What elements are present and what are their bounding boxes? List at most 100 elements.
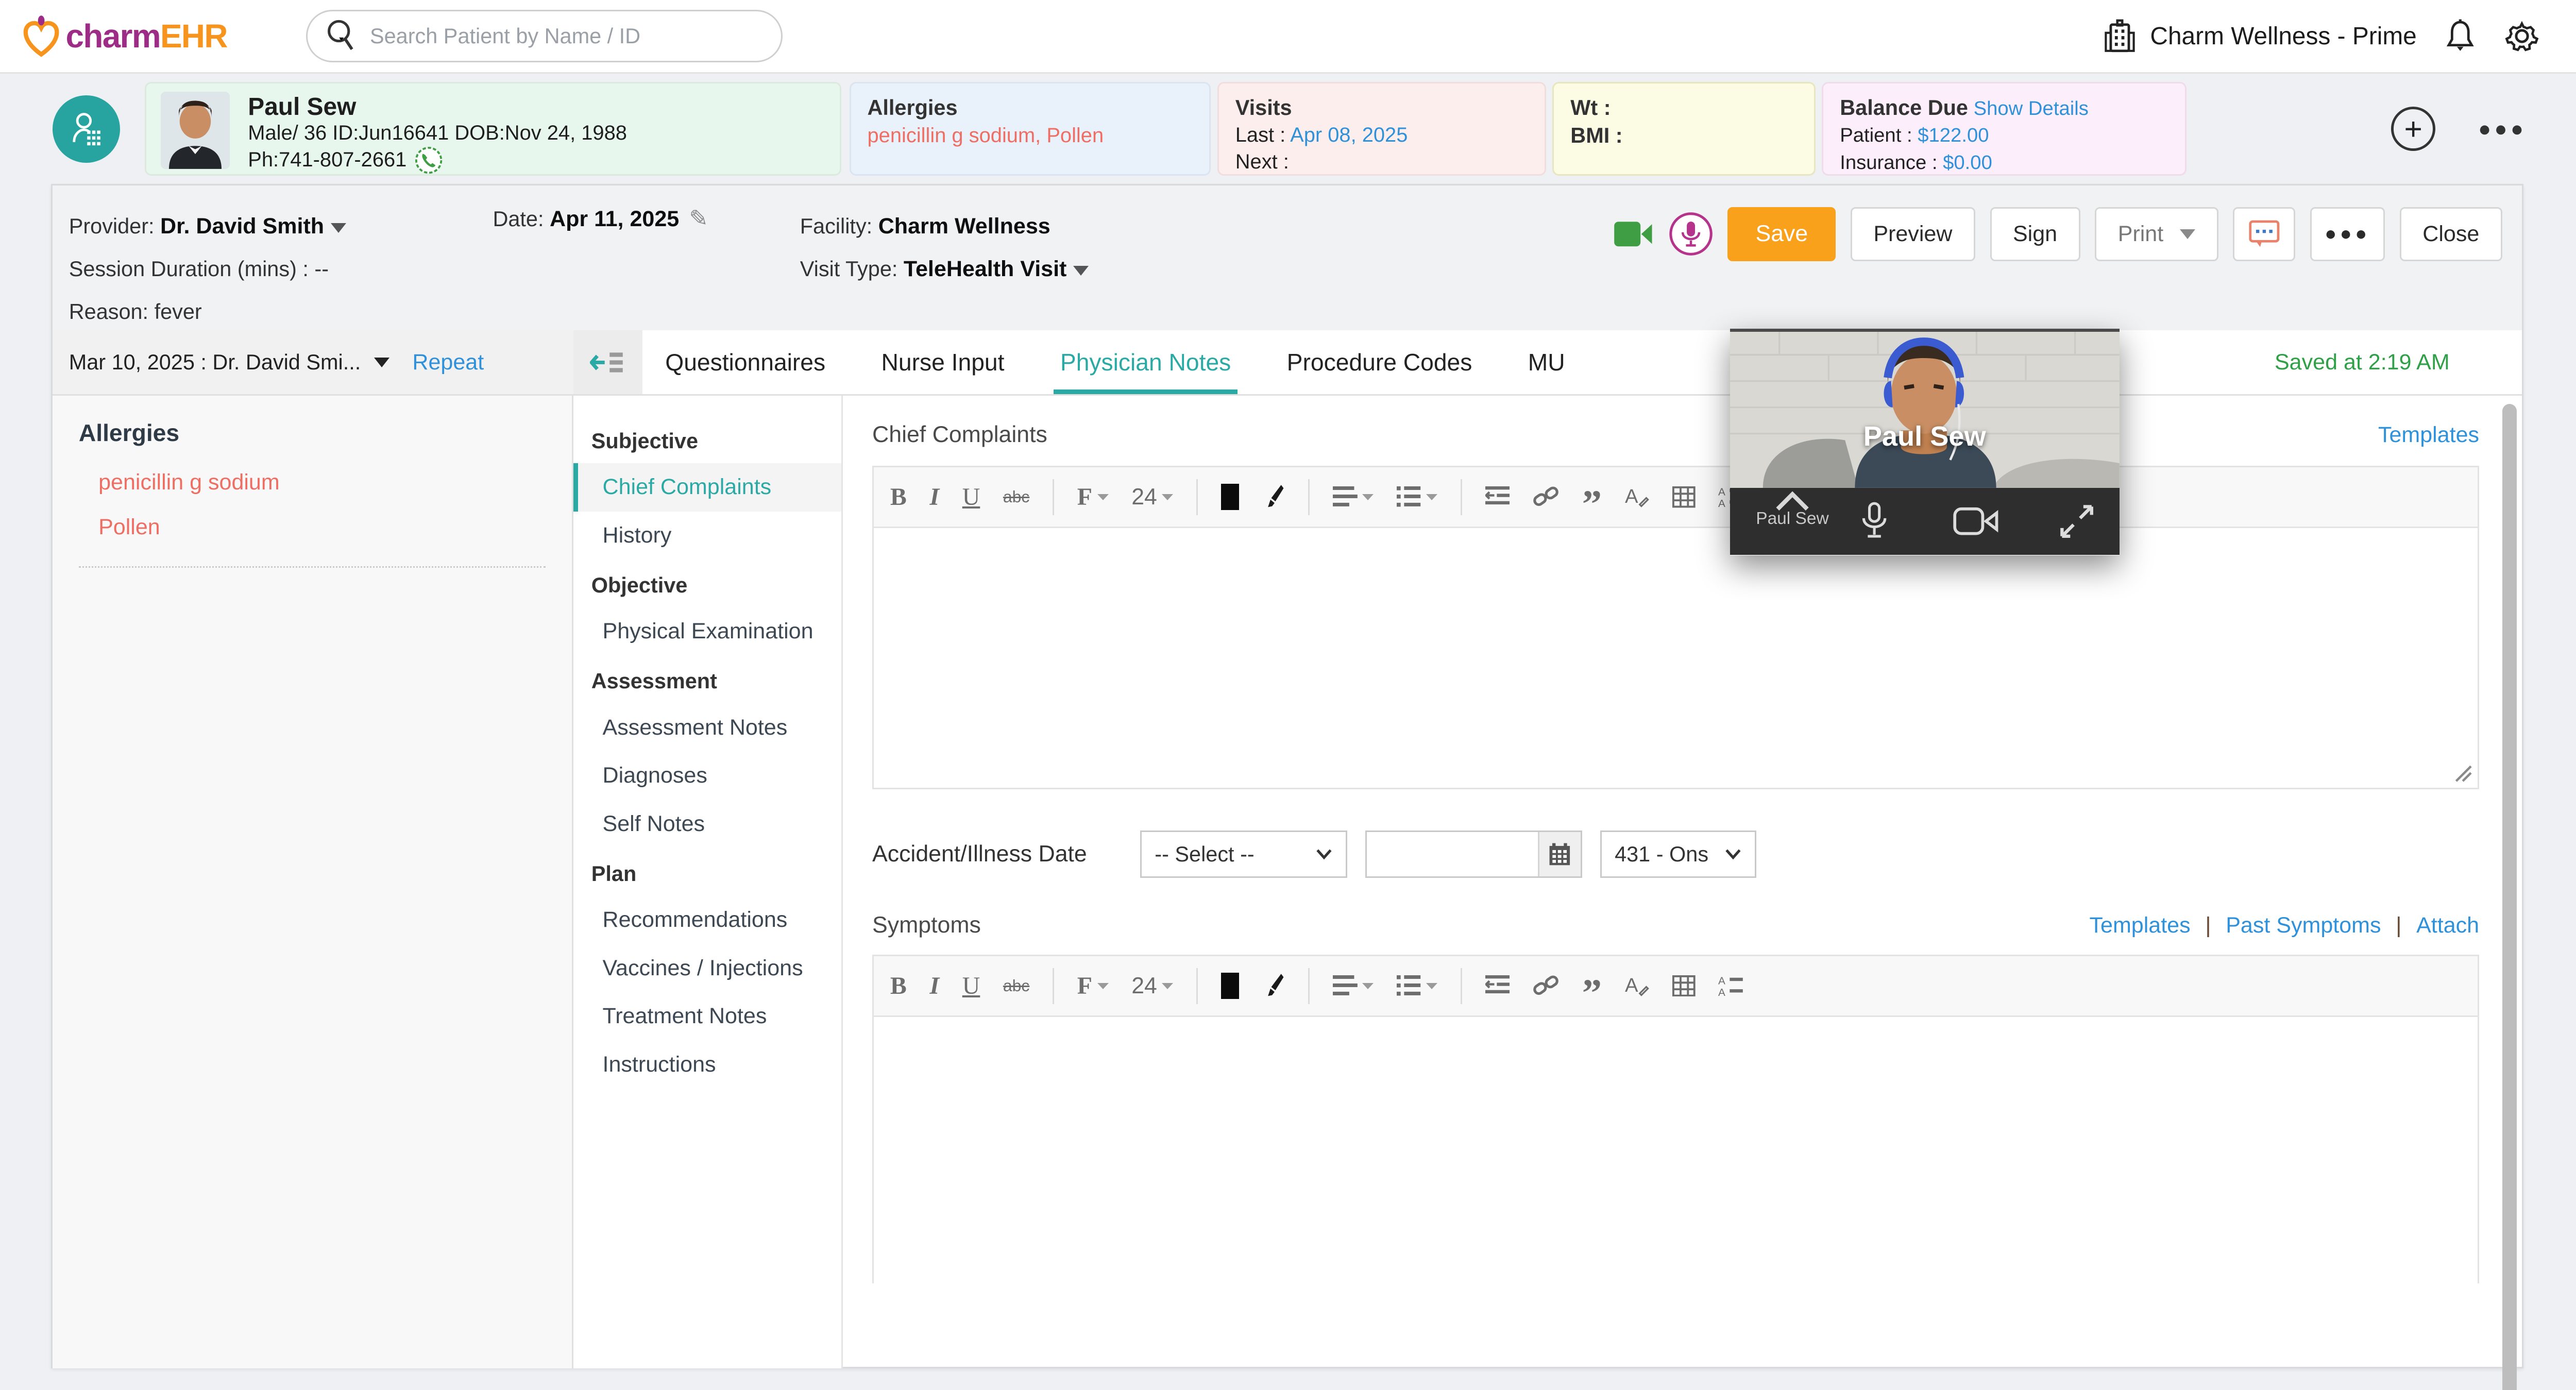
allergy-item[interactable]: penicillin g sodium — [79, 460, 546, 504]
nav-item-self-notes[interactable]: Self Notes — [573, 800, 841, 849]
allergy-item[interactable]: Pollen — [79, 505, 546, 550]
strikethrough-icon[interactable]: abc — [1003, 976, 1029, 995]
balance-patient-amount[interactable]: $122.00 — [1918, 124, 1989, 146]
table-icon[interactable] — [1672, 486, 1696, 507]
font-family-icon[interactable]: F — [1077, 972, 1109, 1000]
tab-questionnaires[interactable]: Questionnaires — [665, 330, 825, 395]
symptoms-textarea[interactable] — [874, 1017, 2478, 1283]
underline-icon[interactable]: U — [962, 972, 980, 1000]
add-new-button[interactable]: + — [2391, 107, 2435, 151]
balance-insurance-amount[interactable]: $0.00 — [1943, 151, 1992, 174]
video-camera-icon[interactable] — [1953, 488, 1999, 555]
past-symptoms-link[interactable]: Past Symptoms — [2226, 913, 2381, 938]
tab-procedure-codes[interactable]: Procedure Codes — [1287, 330, 1472, 395]
link-icon[interactable] — [1533, 485, 1559, 510]
strikethrough-icon[interactable]: abc — [1003, 487, 1029, 506]
chief-templates-link[interactable]: Templates — [2378, 422, 2479, 448]
visit-type-value[interactable]: TeleHealth Visit — [904, 257, 1066, 281]
text-style-icon[interactable]: A — [1625, 974, 1650, 998]
settings-gear-icon[interactable] — [2504, 18, 2540, 54]
nav-item-assessment-notes[interactable]: Assessment Notes — [573, 703, 841, 752]
underline-icon[interactable]: U — [962, 483, 980, 511]
charm-ehr-logo[interactable]: charmEHR — [23, 15, 227, 58]
nav-item-instructions[interactable]: Instructions — [573, 1041, 841, 1089]
accident-type-select[interactable]: -- Select -- — [1140, 830, 1347, 878]
comments-button[interactable] — [2233, 207, 2295, 261]
align-icon[interactable] — [1333, 975, 1374, 996]
table-icon[interactable] — [1672, 975, 1696, 996]
collapse-panel-button[interactable] — [573, 330, 642, 395]
list-icon[interactable] — [1397, 486, 1437, 507]
text-style-icon[interactable]: A — [1625, 485, 1650, 510]
phone-call-icon[interactable] — [415, 146, 443, 174]
font-size-select[interactable]: 24 — [1131, 484, 1173, 510]
nav-item-vaccines-injections[interactable]: Vaccines / Injections — [573, 944, 841, 992]
patient-summary-card[interactable]: Paul Sew Male/ 36 ID:Jun16641 DOB:Nov 24… — [145, 82, 841, 176]
notifications-bell-icon[interactable] — [2445, 18, 2476, 54]
save-button[interactable]: Save — [1727, 207, 1836, 261]
highlight-brush-icon[interactable] — [1262, 972, 1285, 1000]
font-color-swatch-icon[interactable] — [1221, 484, 1239, 510]
align-icon[interactable] — [1333, 486, 1374, 507]
bold-icon[interactable]: B — [890, 483, 907, 511]
indent-icon[interactable] — [1485, 975, 1510, 996]
checklist-icon[interactable]: AA — [1718, 975, 1743, 996]
video-expand-icon[interactable] — [2055, 488, 2098, 555]
nav-item-history[interactable]: History — [573, 512, 841, 560]
practice-selector[interactable]: Charm Wellness - Prime — [2103, 18, 2417, 54]
provider-dropdown-caret-icon[interactable] — [331, 223, 346, 233]
tab-nurse-input[interactable]: Nurse Input — [882, 330, 1005, 395]
sign-button[interactable]: Sign — [1990, 207, 2080, 261]
balance-show-details-link[interactable]: Show Details — [1974, 97, 2089, 120]
chief-complaints-textarea[interactable] — [874, 528, 2478, 788]
nav-item-chief-complaints[interactable]: Chief Complaints — [573, 463, 841, 512]
onset-code-select[interactable]: 431 - Ons — [1600, 830, 1756, 878]
scrollbar-thumb[interactable] — [2502, 404, 2517, 1389]
search-input[interactable] — [370, 24, 781, 48]
facility-value: Charm Wellness — [878, 214, 1050, 239]
video-mic-icon[interactable] — [1855, 488, 1894, 555]
allergies-card[interactable]: Allergies penicillin g sodium, Pollen — [850, 82, 1211, 176]
font-size-select[interactable]: 24 — [1131, 973, 1173, 999]
content-scrollbar[interactable] — [2502, 404, 2517, 1389]
link-icon[interactable] — [1533, 974, 1559, 998]
repeat-link[interactable]: Repeat — [412, 350, 484, 375]
indent-icon[interactable] — [1485, 486, 1510, 507]
patient-more-icon[interactable]: ●●● — [2478, 116, 2527, 141]
nav-item-diagnoses[interactable]: Diagnoses — [573, 752, 841, 800]
nav-item-recommendations[interactable]: Recommendations — [573, 896, 841, 944]
accident-date-input[interactable] — [1367, 832, 1538, 876]
close-button[interactable]: Close — [2400, 207, 2502, 261]
dictation-mic-icon[interactable] — [1669, 212, 1713, 256]
font-family-icon[interactable]: F — [1077, 483, 1109, 511]
balance-card: Balance Due Show Details Patient : $122.… — [1822, 82, 2187, 176]
font-color-swatch-icon[interactable] — [1221, 973, 1239, 999]
list-icon[interactable] — [1397, 975, 1437, 996]
resize-handle-icon[interactable] — [2453, 763, 2472, 783]
video-call-icon[interactable] — [1613, 218, 1654, 250]
symptoms-templates-link[interactable]: Templates — [2090, 913, 2191, 938]
preview-button[interactable]: Preview — [1851, 207, 1975, 261]
telehealth-video-overlay[interactable]: Paul Sew Paul Sew — [1730, 329, 2120, 555]
edit-date-pencil-icon[interactable]: ✎ — [689, 206, 708, 231]
italic-icon[interactable]: I — [929, 972, 939, 1000]
calendar-button[interactable] — [1538, 832, 1581, 876]
blockquote-icon[interactable]: ” — [1582, 970, 1602, 1002]
italic-icon[interactable]: I — [929, 483, 939, 511]
nav-item-physical-examination[interactable]: Physical Examination — [573, 607, 841, 656]
patient-queue-icon[interactable] — [53, 95, 120, 163]
patient-search[interactable] — [306, 10, 783, 62]
blockquote-icon[interactable]: ” — [1582, 482, 1602, 513]
print-button[interactable]: Print — [2095, 207, 2218, 261]
visit-type-caret-icon[interactable] — [1073, 266, 1089, 276]
provider-value[interactable]: Dr. David Smith — [160, 214, 324, 239]
more-actions-button[interactable]: ●●● — [2310, 207, 2385, 261]
highlight-brush-icon[interactable] — [1262, 483, 1285, 511]
attach-link[interactable]: Attach — [2416, 913, 2479, 938]
bold-icon[interactable]: B — [890, 972, 907, 1000]
visits-last-date-link[interactable]: Apr 08, 2025 — [1290, 124, 1408, 146]
tab-mu[interactable]: MU — [1528, 330, 1565, 395]
nav-item-treatment-notes[interactable]: Treatment Notes — [573, 992, 841, 1041]
encounter-history-select[interactable]: Mar 10, 2025 : Dr. David Smi... — [69, 350, 389, 375]
tab-physician-notes[interactable]: Physician Notes — [1060, 330, 1231, 395]
